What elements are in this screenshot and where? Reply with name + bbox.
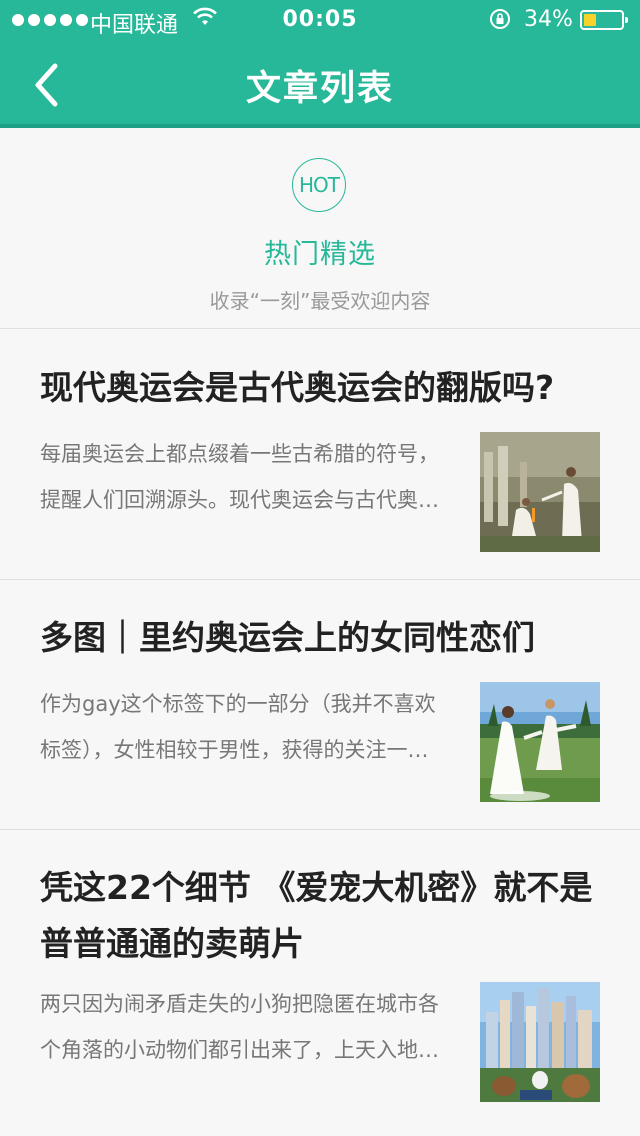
article-summary-line: 标签），女性相较于男性，获得的关注一… — [40, 738, 429, 762]
article-summary: 作为gay这个标签下的一部分（我并不喜欢 标签），女性相较于男性，获得的关注一… — [40, 681, 460, 773]
article-summary-line: 作为gay这个标签下的一部分（我并不喜欢 — [40, 692, 436, 716]
article-summary: 两只因为闹矛盾走失的小狗把隐匿在城市各 个角落的小动物们都引出来了，上天入地… — [40, 981, 460, 1073]
status-bar: 中国联通 00:05 34% — [0, 0, 640, 40]
hot-subtitle: 收录“一刻”最受欢迎内容 — [209, 289, 431, 313]
article-title-line: 普普通通的卖萌片 — [40, 924, 304, 963]
battery-level — [584, 14, 596, 26]
article-summary-line: 两只因为闹矛盾走失的小狗把隐匿在城市各 — [40, 992, 439, 1016]
rotation-lock-icon — [488, 7, 512, 36]
article-summary-line: 每届奥运会上都点缀着一些古希腊的符号， — [40, 442, 439, 466]
article-item[interactable]: 多图｜里约奥运会上的女同性恋们 作为gay这个标签下的一部分（我并不喜欢 标签）… — [0, 580, 640, 830]
hot-picks-header: HOT 热门精选 收录“一刻”最受欢迎内容 — [0, 132, 640, 329]
article-thumbnail — [480, 432, 600, 552]
article-title: 现代奥运会是古代奥运会的翻版吗? — [40, 368, 555, 407]
article-thumbnail — [480, 982, 600, 1102]
article-summary-line: 个角落的小动物们都引出来了，上天入地… — [40, 1038, 439, 1062]
battery-percent: 34% — [524, 7, 573, 32]
battery-icon — [580, 10, 628, 30]
article-summary: 每届奥运会上都点缀着一些古希腊的符号， 提醒人们回溯源头。现代奥运会与古代奥… — [40, 431, 460, 523]
hot-title: 热门精选 — [264, 239, 376, 270]
top-bar: 中国联通 00:05 34% 文章列表 — [0, 0, 640, 128]
hot-badge: HOT — [292, 158, 346, 212]
article-item[interactable]: 凭这22个细节 《爱宠大机密》就不是 普普通通的卖萌片 两只因为闹矛盾走失的小狗… — [0, 830, 640, 1136]
article-title: 凭这22个细节 《爱宠大机密》就不是 普普通通的卖萌片 — [40, 860, 610, 972]
page-title: 文章列表 — [245, 69, 394, 109]
article-title: 多图｜里约奥运会上的女同性恋们 — [40, 618, 535, 657]
article-thumbnail — [480, 682, 600, 802]
article-item[interactable]: 现代奥运会是古代奥运会的翻版吗? 每届奥运会上都点缀着一些古希腊的符号， 提醒人… — [0, 330, 640, 580]
article-summary-line: 提醒人们回溯源头。现代奥运会与古代奥… — [40, 488, 439, 512]
article-title-line: 凭这22个细节 《爱宠大机密》就不是 — [40, 868, 593, 907]
